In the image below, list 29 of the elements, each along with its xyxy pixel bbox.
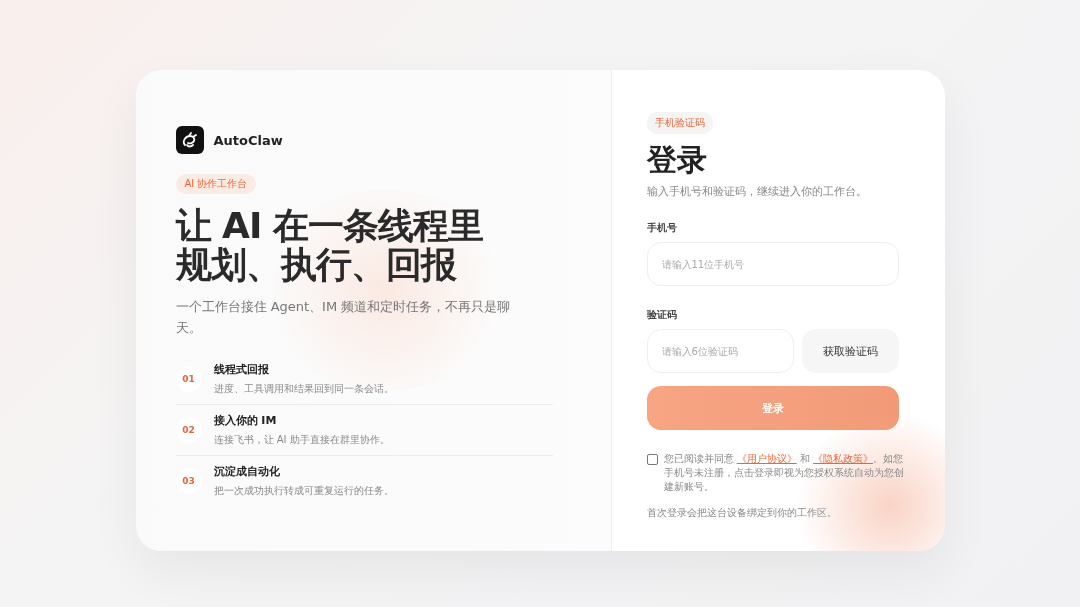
field-label: 验证码 (646, 308, 678, 322)
privacy-policy-link[interactable]: 《隐私政策》 (813, 453, 874, 464)
headline: 规划、执行、回报 (175, 245, 458, 284)
feature-description: 连接飞书，让 AI 助手直接在群里协作。 (213, 433, 390, 447)
agreement-checkbox[interactable] (646, 454, 658, 465)
brand-name: AutoClaw (213, 132, 283, 148)
code-input[interactable]: 请输入6位验证码 (646, 329, 794, 373)
feature-description: 把一次成功执行转成可重复运行的任务。 (213, 484, 394, 498)
headline: 让 AI 在一条线程里 (175, 206, 484, 245)
subtitle: 一个工作台接住 Agent、IM 频道和定时任务，不再只是聊天。 (175, 298, 512, 337)
step-number: 02 (175, 417, 202, 443)
user-agreement-link[interactable]: 《用户协议》 (736, 453, 797, 464)
method-badge: 手机验证码 (646, 112, 713, 134)
step-number: 01 (175, 366, 202, 392)
feature-description: 进度、工具调用和结果回到同一条会话。 (213, 382, 394, 396)
get-code-button[interactable]: 获取验证码 (801, 329, 899, 373)
login-title: 登录 (646, 142, 708, 178)
agreement-text: 您已阅读并同意 《用户协议》 和 《隐私政策》。如您手机号未注册，点击登录即视为您授权系统自动为您创建新账号。 (663, 452, 905, 494)
tag-badge: AI 协作工作台 (175, 174, 257, 194)
feature-title: 接入你的 IM (213, 413, 278, 428)
login-subtitle: 输入手机号和验证码，继续进入你的工作台。 (646, 184, 868, 199)
logo-icon (175, 126, 204, 154)
feature-title: 沉淀成自动化 (213, 464, 281, 479)
field-label: 手机号 (646, 221, 678, 235)
phone-input[interactable]: 请输入11位手机号 (646, 242, 899, 286)
step-number: 03 (175, 468, 202, 494)
footnote: 首次登录会把这台设备绑定到你的工作区。 (646, 506, 838, 520)
feature-title: 线程式回报 (213, 362, 270, 377)
login-button[interactable]: 登录 (646, 386, 899, 430)
